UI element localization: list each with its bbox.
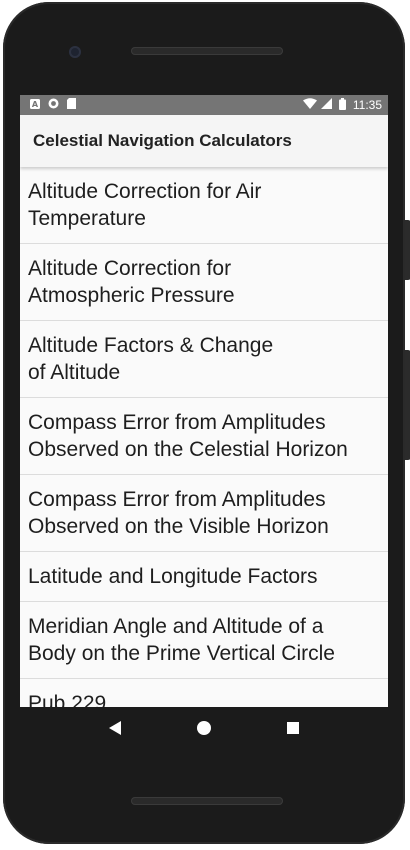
list-item[interactable]: Altitude Correction for Air Temperature bbox=[20, 167, 388, 244]
list-item[interactable]: Compass Error from Amplitudes Observed on… bbox=[20, 398, 388, 475]
home-button[interactable] bbox=[189, 715, 219, 745]
battery-icon bbox=[338, 97, 346, 113]
circle-status-icon bbox=[48, 98, 59, 112]
wifi-icon bbox=[302, 98, 317, 112]
calculator-list: Altitude Correction for Air Temperature A… bbox=[20, 167, 388, 707]
list-item[interactable]: Altitude Correction for Atmospheric Press… bbox=[20, 244, 388, 321]
back-button[interactable] bbox=[100, 715, 130, 745]
svg-text:A: A bbox=[32, 100, 39, 109]
list-item-label: Compass Error from Amplitudes Observed on… bbox=[28, 488, 329, 538]
status-time: 11:35 bbox=[352, 98, 382, 112]
recents-button[interactable] bbox=[278, 715, 308, 745]
list-item[interactable]: Latitude and Longitude Factors bbox=[20, 552, 388, 602]
home-icon bbox=[196, 720, 212, 741]
navigation-bar bbox=[20, 707, 388, 753]
list-item[interactable]: Compass Error from Amplitudes Observed on… bbox=[20, 475, 388, 552]
list-item-label: Pub 229 bbox=[28, 692, 107, 707]
front-camera bbox=[69, 46, 81, 58]
list-item[interactable]: Pub 229 bbox=[20, 679, 388, 707]
list-item[interactable]: Altitude Factors & Change of Altitude bbox=[20, 321, 388, 398]
list-item-label: Latitude and Longitude Factors bbox=[28, 565, 318, 588]
sd-card-icon bbox=[67, 98, 76, 112]
top-speaker bbox=[131, 47, 283, 55]
app-title: Celestial Navigation Calculators bbox=[33, 131, 292, 150]
bottom-speaker bbox=[131, 797, 283, 805]
back-icon bbox=[108, 720, 122, 741]
notification-a-icon: A bbox=[30, 98, 40, 112]
list-item-label: Meridian Angle and Altitude of a Body on … bbox=[28, 615, 335, 665]
app-bar: Celestial Navigation Calculators bbox=[20, 115, 388, 167]
list-item-label: Altitude Correction for Air Temperature bbox=[28, 180, 262, 230]
power-button bbox=[405, 220, 410, 280]
list-item-label: Altitude Correction for Atmospheric Press… bbox=[28, 257, 235, 307]
recents-icon bbox=[286, 721, 300, 740]
volume-button bbox=[405, 350, 410, 460]
list-item-label: Compass Error from Amplitudes Observed on… bbox=[28, 411, 348, 461]
list-item[interactable]: Meridian Angle and Altitude of a Body on … bbox=[20, 602, 388, 679]
cell-signal-icon bbox=[320, 98, 332, 112]
status-bar: A 11:35 bbox=[20, 95, 388, 115]
screen: A 11:35 Celestial Navigation Calculators bbox=[20, 95, 388, 707]
list-item-label: Altitude Factors & Change of Altitude bbox=[28, 334, 274, 384]
